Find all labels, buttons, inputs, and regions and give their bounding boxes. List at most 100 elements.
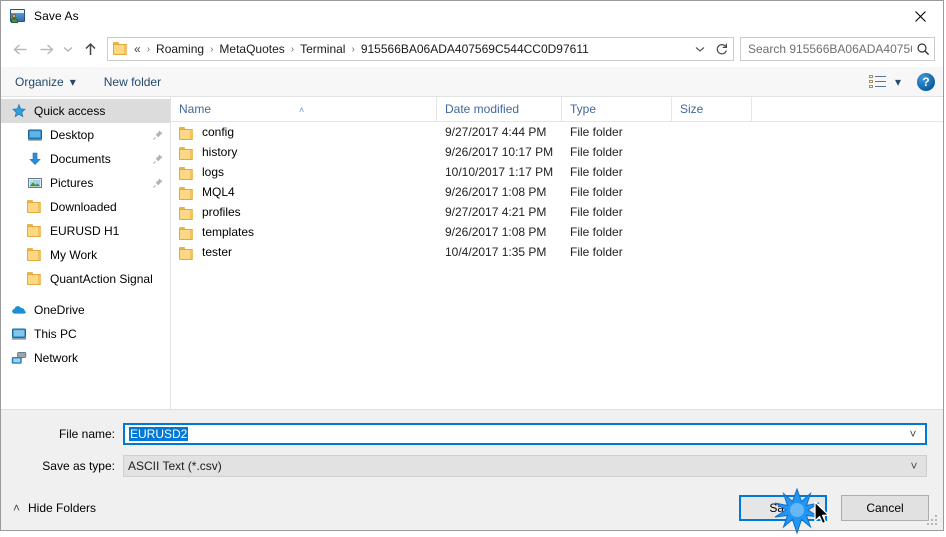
file-type-cell: File folder (570, 125, 623, 139)
thispc-icon (11, 326, 27, 342)
pin-icon[interactable] (152, 177, 164, 189)
breadcrumb-separator: › (290, 43, 295, 55)
save-button[interactable]: Save (739, 495, 827, 521)
refresh-icon[interactable] (711, 38, 733, 60)
search-input[interactable]: Search 915566BA06ADA40756... (740, 37, 935, 61)
column-header-size[interactable]: Size (672, 97, 752, 121)
breadcrumb-lead[interactable]: « (134, 41, 144, 57)
hide-folders-label: Hide Folders (28, 501, 97, 515)
documents-icon (27, 151, 43, 167)
desktop-icon (27, 127, 43, 143)
recent-locations-chevron-down-icon[interactable] (59, 36, 77, 62)
dialog-buttons: Save Cancel (739, 495, 929, 521)
hide-folders-button[interactable]: ˄ Hide Folders (13, 501, 96, 515)
file-name-input[interactable]: EURUSD2 ˅ (123, 423, 927, 445)
file-name-cell: MQL4 (171, 185, 437, 200)
table-row[interactable]: profiles 9/27/2017 4:21 PM File folder (171, 202, 943, 222)
table-row[interactable]: history 9/26/2017 10:17 PM File folder (171, 142, 943, 162)
file-name-cell: history (171, 145, 437, 160)
sidebar-item-downloaded[interactable]: Downloaded (1, 195, 170, 219)
sidebar-item-label: QuantAction Signal (50, 272, 153, 286)
sidebar-item-label: Quick access (34, 104, 106, 118)
search-icon[interactable] (912, 42, 934, 56)
pin-icon[interactable] (152, 129, 164, 141)
table-row[interactable]: templates 9/26/2017 1:08 PM File folder (171, 222, 943, 242)
help-button[interactable]: ? (917, 72, 935, 91)
file-type-cell: File folder (570, 205, 623, 219)
new-folder-button[interactable]: New folder (104, 75, 161, 89)
sidebar-item-network[interactable]: Network (1, 346, 170, 370)
file-type-cell: File folder (570, 165, 623, 179)
column-header-date-modified[interactable]: Date modified (437, 97, 562, 121)
file-name-cell: profiles (171, 205, 437, 220)
breadcrumb-item-terminal[interactable]: Terminal (297, 41, 348, 57)
breadcrumb-item-roaming[interactable]: Roaming (153, 41, 207, 57)
column-header-name[interactable]: Name ˄ (171, 97, 437, 121)
file-date-cell: 9/27/2017 4:44 PM (445, 125, 547, 139)
breadcrumb-item-terminal-id[interactable]: 915566BA06ADA407569C544CC0D97611 (358, 41, 592, 57)
sidebar-item-quantaction-signal[interactable]: QuantAction Signal (1, 267, 170, 291)
breadcrumb-separator: › (210, 43, 214, 55)
sort-ascending-icon: ˄ (299, 105, 305, 115)
save-as-dialog: Save As « › Roaming › MetaQuotes › Termi… (0, 0, 944, 535)
file-list: Name ˄ Date modified Type Size config 9/… (171, 97, 943, 409)
up-icon[interactable] (77, 36, 103, 62)
table-row[interactable]: config 9/27/2017 4:44 PM File folder (171, 122, 943, 142)
table-row[interactable]: tester 10/4/2017 1:35 PM File folder (171, 242, 943, 262)
folder-icon (27, 199, 43, 215)
column-headers: Name ˄ Date modified Type Size (171, 97, 943, 122)
sidebar-item-label: EURUSD H1 (50, 224, 120, 238)
sidebar-item-onedrive[interactable]: OneDrive (1, 298, 170, 322)
chevron-down-icon: ▾ (894, 74, 901, 89)
sidebar-item-pictures[interactable]: Pictures (1, 171, 170, 195)
file-date-cell: 9/27/2017 4:21 PM (445, 205, 547, 219)
sidebar-item-label: Network (34, 351, 79, 365)
save-form: File name: EURUSD2 ˅ Save as type: ASCII… (1, 409, 943, 486)
address-bar[interactable]: « › Roaming › MetaQuotes › Terminal › 91… (107, 37, 734, 61)
breadcrumb-item-metaquotes[interactable]: MetaQuotes (216, 41, 287, 57)
back-icon[interactable] (7, 36, 33, 62)
folder-icon (27, 271, 43, 287)
sidebar-item-label: Desktop (50, 128, 95, 142)
save-as-type-select[interactable]: ASCII Text (*.csv) ˅ (123, 455, 927, 477)
file-date-cell: 10/10/2017 1:17 PM (445, 165, 554, 179)
metatrader-save-icon (10, 8, 26, 24)
sidebar-item-quick-access[interactable]: Quick access (1, 99, 170, 123)
pin-icon[interactable] (152, 153, 164, 165)
sidebar-item-this-pc[interactable]: This PC (1, 322, 170, 346)
view-mode-button[interactable]: ▾ (868, 74, 901, 89)
folder-icon (179, 186, 194, 200)
column-header-type[interactable]: Type (562, 97, 672, 121)
new-folder-label: New folder (103, 74, 162, 89)
sidebar-item-label: Documents (50, 152, 111, 166)
close-icon[interactable] (897, 1, 943, 31)
navigation-pane: Quick access Desktop Documents Pictures … (1, 97, 171, 409)
pictures-icon (27, 175, 43, 191)
folder-icon (179, 206, 194, 220)
sidebar-item-documents[interactable]: Documents (1, 147, 170, 171)
sidebar-item-label: This PC (34, 327, 77, 341)
save-as-type-row: Save as type: ASCII Text (*.csv) ˅ (1, 454, 943, 478)
table-row[interactable]: MQL4 9/26/2017 1:08 PM File folder (171, 182, 943, 202)
window-title: Save As (34, 9, 79, 23)
folder-icon (179, 146, 194, 160)
file-date-cell: 9/26/2017 1:08 PM (445, 225, 547, 239)
sidebar-item-label: My Work (50, 248, 98, 262)
breadcrumb-separator: › (351, 43, 355, 55)
chevron-down-icon[interactable]: ˅ (902, 459, 926, 473)
folder-icon (179, 246, 194, 260)
cancel-button[interactable]: Cancel (841, 495, 929, 521)
sidebar-item-eurusd-h1[interactable]: EURUSD H1 (1, 219, 170, 243)
table-row[interactable]: logs 10/10/2017 1:17 PM File folder (171, 162, 943, 182)
organize-button[interactable]: Organize ▾ (15, 75, 76, 89)
chevron-down-icon[interactable]: ˅ (901, 427, 925, 441)
forward-icon[interactable] (33, 36, 59, 62)
folder-icon (179, 166, 194, 180)
navigation-bar: « › Roaming › MetaQuotes › Terminal › 91… (1, 31, 943, 67)
address-chevron-down-icon[interactable] (689, 38, 711, 60)
file-name-cell: tester (171, 245, 437, 260)
breadcrumb: « › Roaming › MetaQuotes › Terminal › 91… (134, 41, 689, 57)
sidebar-item-desktop[interactable]: Desktop (1, 123, 170, 147)
sidebar-item-my-work[interactable]: My Work (1, 243, 170, 267)
resize-grip[interactable] (927, 515, 939, 527)
